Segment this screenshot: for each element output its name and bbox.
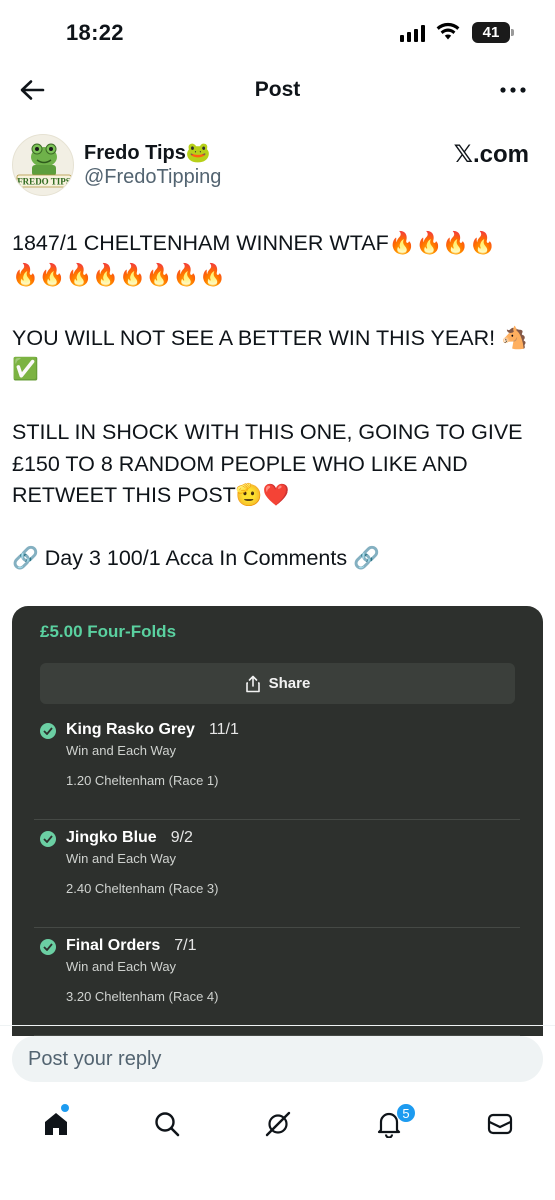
grok-icon [265,1111,291,1137]
tweet-line: RETWEET THIS POST🫡❤️ [12,483,290,507]
horse-odds: 7/1 [174,937,197,954]
author-handle[interactable]: @FredoTipping [84,166,221,189]
reply-input[interactable] [12,1036,543,1082]
tweet-line: STILL IN SHOCK WITH THIS ONE, GOING TO G… [12,420,523,444]
check-circle-icon [40,831,56,847]
ellipsis-icon [500,87,526,93]
race-info: 2.40 Cheltenham (Race 3) [66,881,219,896]
check-circle-icon [40,723,56,739]
horse-name: King Rasko Grey 11/1 [66,721,239,738]
wifi-icon [436,22,460,40]
divider [0,1025,555,1026]
author-name[interactable]: Fredo Tips🐸 [84,140,211,165]
tweet-line: 1847/1 CHELTENHAM WINNER WTAF🔥🔥🔥🔥 [12,231,496,255]
horse-odds: 9/2 [170,829,193,846]
tab-messages[interactable] [482,1106,518,1142]
bet-leg: Final Orders 7/1 Win and Each Way 3.20 Ch… [34,928,520,1036]
tweet-line: 🔗 Day 3 100/1 Acca In Comments 🔗 [12,546,380,570]
cellular-signal-icon [400,24,425,42]
tweet-line: 🔥🔥🔥🔥🔥🔥🔥🔥 [12,262,227,287]
race-info: 3.20 Cheltenham (Race 4) [66,989,219,1004]
tweet-line: £150 TO 8 RANDOM PEOPLE WHO LIKE AND [12,451,468,476]
bet-type: Win and Each Way [66,959,177,974]
status-time: 18:22 [66,20,124,45]
bet-leg: Jingko Blue 9/2 Win and Each Way 2.40 Che… [34,820,520,928]
tab-search[interactable] [149,1106,185,1142]
nav-header: Post [0,66,555,114]
bet-leg: King Rasko Grey 11/1 Win and Each Way 1.2… [34,712,520,820]
notification-count-badge: 5 [396,1103,416,1123]
horse-odds: 11/1 [208,721,239,738]
bet-slip-title: £5.00 Four-Folds [40,622,177,641]
tweet-text: 1847/1 CHELTENHAM WINNER WTAF🔥🔥🔥🔥 🔥🔥🔥🔥🔥🔥… [12,228,547,575]
x-com-watermark: 𝕏.com [453,141,529,168]
home-icon [45,1113,67,1135]
avatar[interactable]: FREDO TIPS [12,134,74,196]
bet-slip-image[interactable]: £5.00 Four-Folds Share King Rasko Grey 11… [12,606,543,1036]
tweet-line: ✅ [12,357,39,381]
avatar-text: FREDO TIPS [17,177,71,187]
horse-name: Final Orders 7/1 [66,937,197,954]
battery-indicator: 41 [472,22,510,43]
tweet-line: YOU WILL NOT SEE A BETTER WIN THIS YEAR!… [12,325,528,350]
share-label: Share [268,675,311,692]
bet-type: Win and Each Way [66,743,177,758]
search-icon [155,1112,180,1137]
more-options-button[interactable] [497,78,529,102]
unread-dot [61,1104,69,1112]
horse-name: Jingko Blue 9/2 [66,829,193,846]
messages-icon [487,1113,513,1135]
share-icon [245,675,260,692]
battery-tip [511,29,514,36]
share-button[interactable]: Share [40,663,515,704]
tab-grok[interactable] [260,1106,296,1142]
race-info: 1.20 Cheltenham (Race 1) [66,773,219,788]
page-title: Post [254,78,301,101]
check-circle-icon [40,939,56,955]
bottom-tab-bar [0,1098,555,1152]
bet-type: Win and Each Way [66,851,177,866]
tab-home[interactable] [38,1106,74,1142]
frog-logo-icon: FREDO TIPS [16,143,72,188]
status-bar: 18:22 41 [0,0,555,66]
